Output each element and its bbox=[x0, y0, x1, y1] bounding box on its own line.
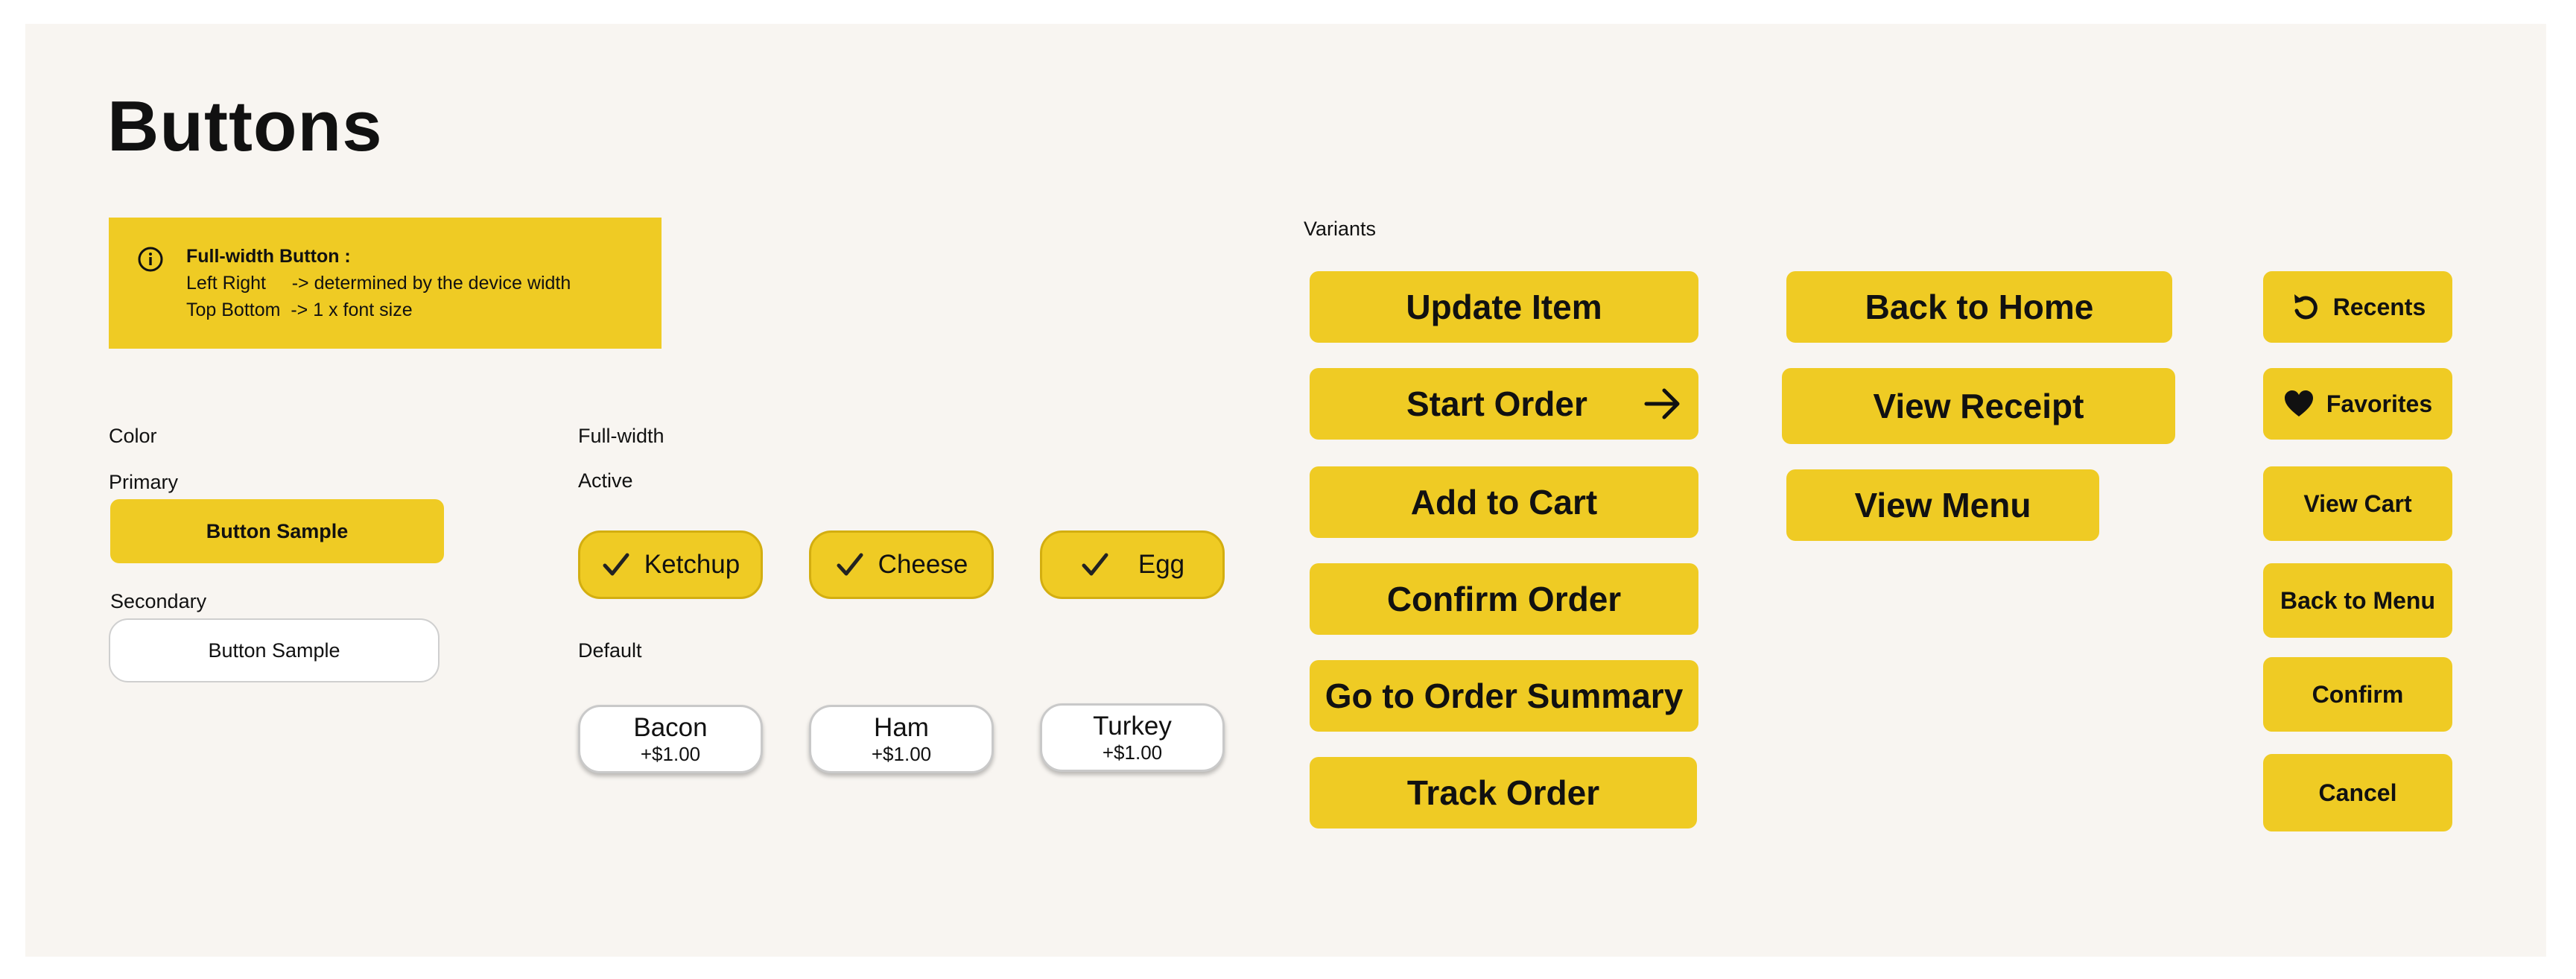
info-heading: Full-width Button : bbox=[186, 246, 351, 267]
view-menu-button[interactable]: View Menu bbox=[1786, 469, 2099, 541]
go-to-order-summary-button[interactable]: Go to Order Summary bbox=[1310, 660, 1698, 732]
start-order-button[interactable]: Start Order bbox=[1310, 368, 1698, 440]
undo-icon bbox=[2294, 294, 2318, 320]
primary-label: Primary bbox=[109, 471, 178, 493]
chip-label: Ketchup bbox=[644, 550, 740, 579]
check-icon bbox=[1082, 553, 1108, 576]
info-text: Full-width Button : Left Right -> determ… bbox=[186, 243, 571, 323]
update-item-button[interactable]: Update Item bbox=[1310, 271, 1698, 343]
view-cart-button[interactable]: View Cart bbox=[2263, 466, 2452, 541]
recents-button[interactable]: Recents bbox=[2263, 271, 2452, 343]
option-price: +$1.00 bbox=[871, 743, 932, 765]
info-panel: Full-width Button : Left Right -> determ… bbox=[109, 218, 662, 349]
option-ham[interactable]: Ham +$1.00 bbox=[809, 705, 994, 773]
favorites-button[interactable]: Favorites bbox=[2263, 368, 2452, 440]
info-line-2: Top Bottom -> 1 x font size bbox=[186, 300, 413, 320]
secondary-sample-button[interactable]: Button Sample bbox=[109, 618, 440, 682]
start-order-label: Start Order bbox=[1406, 384, 1587, 423]
chip-cheese-active[interactable]: Cheese bbox=[809, 530, 994, 599]
chip-label: Cheese bbox=[878, 550, 968, 579]
heart-icon bbox=[2284, 390, 2313, 416]
secondary-label: Secondary bbox=[110, 590, 207, 612]
chip-label: Egg bbox=[1138, 550, 1185, 579]
option-name: Bacon bbox=[633, 713, 708, 742]
color-label: Color bbox=[109, 425, 157, 447]
option-turkey[interactable]: Turkey +$1.00 bbox=[1040, 703, 1225, 772]
option-name: Turkey bbox=[1093, 712, 1172, 741]
arrow-right-icon bbox=[1644, 388, 1680, 419]
active-label: Active bbox=[578, 469, 633, 492]
confirm-order-button[interactable]: Confirm Order bbox=[1310, 563, 1698, 635]
check-icon bbox=[837, 553, 863, 576]
option-bacon[interactable]: Bacon +$1.00 bbox=[578, 705, 763, 773]
view-receipt-button[interactable]: View Receipt bbox=[1782, 368, 2175, 444]
page-title: Buttons bbox=[107, 86, 383, 166]
chip-ketchup-active[interactable]: Ketchup bbox=[578, 530, 763, 599]
recents-label: Recents bbox=[2332, 293, 2426, 320]
info-line-1: Left Right -> determined by the device w… bbox=[186, 273, 571, 294]
confirm-button[interactable]: Confirm bbox=[2263, 657, 2452, 732]
fullwidth-label: Full-width bbox=[578, 425, 664, 447]
cancel-button[interactable]: Cancel bbox=[2263, 754, 2452, 831]
back-to-home-button[interactable]: Back to Home bbox=[1786, 271, 2172, 343]
favorites-label: Favorites bbox=[2326, 390, 2433, 417]
chip-egg-active[interactable]: Egg bbox=[1040, 530, 1225, 599]
design-canvas: Buttons Full-width Button : Left Right -… bbox=[25, 24, 2546, 957]
option-price: +$1.00 bbox=[640, 743, 701, 765]
variants-label: Variants bbox=[1304, 218, 1377, 240]
back-to-menu-button[interactable]: Back to Menu bbox=[2263, 563, 2452, 638]
info-icon bbox=[138, 247, 163, 272]
option-name: Ham bbox=[874, 713, 929, 742]
default-label: Default bbox=[578, 639, 642, 662]
track-order-button[interactable]: Track Order bbox=[1310, 757, 1697, 828]
check-icon bbox=[603, 553, 629, 576]
option-price: +$1.00 bbox=[1102, 741, 1163, 764]
add-to-cart-button[interactable]: Add to Cart bbox=[1310, 466, 1698, 538]
primary-sample-button[interactable]: Button Sample bbox=[110, 499, 444, 563]
